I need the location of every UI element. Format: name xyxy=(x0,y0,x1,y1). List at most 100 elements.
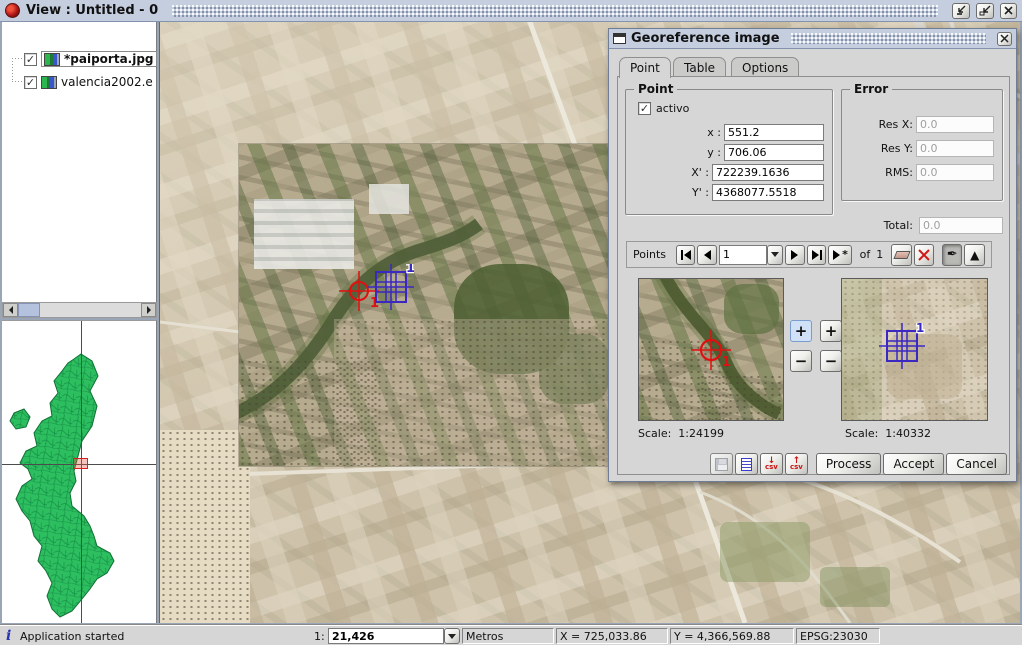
dialog-close-button[interactable] xyxy=(997,31,1012,46)
toc-horizontal-scrollbar[interactable] xyxy=(2,302,157,318)
window-close-button[interactable] xyxy=(1000,2,1017,19)
zoom-out-left-button[interactable]: − xyxy=(790,350,812,372)
close-icon xyxy=(1004,6,1013,15)
cancel-button[interactable]: Cancel xyxy=(946,453,1007,475)
zoom-to-point-button[interactable]: ▲ xyxy=(964,243,986,266)
tree-stub xyxy=(12,58,24,59)
zoom-in-right-button[interactable]: + xyxy=(820,320,842,342)
layer-item-valencia2002[interactable]: ✓ valencia2002.e xyxy=(24,73,153,91)
delete-x-icon xyxy=(918,248,930,261)
chevron-down-icon xyxy=(448,633,456,639)
point-groupbox: Point ✓ activo x : y : X' : Y' : xyxy=(625,82,833,215)
projection-cell: EPSG:23030 xyxy=(796,628,880,644)
tab-label: Options xyxy=(742,60,789,75)
preview-urban xyxy=(699,374,783,420)
delete-point-button[interactable] xyxy=(913,243,935,266)
map-y-field[interactable] xyxy=(712,184,824,201)
point-group-title: Point xyxy=(634,82,678,96)
urban-area xyxy=(334,319,645,466)
raster-preview[interactable]: 1 xyxy=(638,278,784,421)
maximize-icon xyxy=(979,5,991,16)
tree-stub xyxy=(12,81,24,82)
zoom-in-left-button[interactable]: + xyxy=(790,320,812,342)
accept-button[interactable]: Accept xyxy=(883,453,945,475)
eraser-icon xyxy=(892,250,911,259)
raster-layer-icon xyxy=(44,52,60,66)
first-point-button[interactable] xyxy=(675,244,696,265)
new-point-button[interactable]: * xyxy=(828,244,852,265)
dialog-titlebar[interactable]: Georeference image xyxy=(609,29,1016,49)
points-total: 1 xyxy=(876,248,884,261)
restore-button[interactable] xyxy=(952,2,970,19)
point-number-field[interactable] xyxy=(719,244,768,265)
status-message: Application started xyxy=(20,630,125,643)
tab-table[interactable]: Table xyxy=(673,57,727,77)
last-point-button[interactable] xyxy=(806,244,827,265)
left-scale-label: Scale: 1:24199 xyxy=(638,427,724,440)
green-field xyxy=(820,567,890,607)
x-coordinate-cell: X = 725,033.86 xyxy=(556,628,668,644)
error-groupbox: Error Res X: Res Y: RMS: xyxy=(841,82,1003,201)
urban-area xyxy=(239,359,379,466)
map-x-field[interactable] xyxy=(712,164,824,181)
next-icon xyxy=(790,249,798,260)
gvsig-view-window: { "window": { "title": "View : Untitled … xyxy=(0,0,1022,645)
preview-blue-marker: 1 1 xyxy=(879,323,925,369)
maximize-button[interactable] xyxy=(976,2,994,19)
green-field xyxy=(720,522,810,582)
edit-point-tool-button[interactable]: ✒ xyxy=(941,243,963,266)
georeference-dialog: Georeference image Point Table Options P… xyxy=(608,28,1017,482)
map-x-label: X' : xyxy=(691,166,709,179)
tree-guide-line xyxy=(12,58,13,82)
right-arrow-icon xyxy=(146,306,151,314)
scroll-left-button[interactable] xyxy=(3,303,18,317)
layer-checkbox[interactable]: ✓ xyxy=(24,75,37,89)
floppy-disk-icon xyxy=(714,457,728,471)
blue-marker-label: 1 xyxy=(406,264,414,276)
report-button[interactable] xyxy=(734,453,758,475)
activo-checkbox[interactable]: ✓ xyxy=(638,102,651,115)
scale-dropdown-button[interactable] xyxy=(444,628,460,644)
zoom-out-right-button[interactable]: − xyxy=(820,350,842,372)
titlebar-texture xyxy=(172,4,938,17)
tab-point[interactable]: Point xyxy=(619,57,671,78)
x-field[interactable] xyxy=(724,124,824,141)
point-selector-combo[interactable] xyxy=(719,244,784,265)
y-field[interactable] xyxy=(724,144,824,161)
rms-label: RMS: xyxy=(885,166,913,179)
tab-options[interactable]: Options xyxy=(731,57,800,77)
layer-checkbox[interactable]: ✓ xyxy=(24,52,37,66)
export-csv-button[interactable]: ↓ csv xyxy=(759,453,783,475)
previous-point-button[interactable] xyxy=(697,244,718,265)
of-label: of xyxy=(859,248,871,261)
import-csv-button[interactable]: ↑ csv xyxy=(784,453,808,475)
scale-value-field[interactable] xyxy=(328,628,444,644)
status-bar: i Application started 1: Metros X = 725,… xyxy=(0,625,1022,645)
next-point-button[interactable] xyxy=(785,244,805,265)
points-label: Points xyxy=(633,248,667,261)
process-button[interactable]: Process xyxy=(815,453,882,475)
scrollbar-thumb[interactable] xyxy=(18,303,40,317)
blue-control-point-marker: 1 1 xyxy=(368,264,414,310)
layer-item-paiporta[interactable]: ✓ *paiporta.jpg xyxy=(24,50,157,68)
scroll-right-button[interactable] xyxy=(141,303,156,317)
points-navigator: Points * of 1 ✒ ▲ xyxy=(626,241,992,268)
overview-map[interactable] xyxy=(2,320,157,623)
y-coordinate-cell: Y = 4,366,569.88 xyxy=(670,628,794,644)
combo-dropdown-button[interactable] xyxy=(767,244,784,265)
document-icon xyxy=(740,457,752,471)
activo-checkbox-row[interactable]: ✓ activo xyxy=(638,102,689,115)
close-icon xyxy=(1000,34,1009,43)
restore-down-icon xyxy=(957,5,966,15)
tab-label: Point xyxy=(630,61,660,75)
save-button[interactable] xyxy=(709,453,733,475)
window-title: View : Untitled - 0 xyxy=(26,3,159,18)
res-x-label: Res X: xyxy=(878,118,913,131)
map-preview[interactable]: 1 1 xyxy=(841,278,988,421)
dialog-title: Georeference image xyxy=(631,31,780,46)
layer-tree-panel[interactable]: ✓ *paiporta.jpg ✓ valencia2002.e xyxy=(2,22,157,302)
left-arrow-icon xyxy=(8,306,13,314)
erase-point-button[interactable] xyxy=(891,243,912,266)
res-x-field xyxy=(916,116,994,133)
window-titlebar[interactable]: View : Untitled - 0 xyxy=(0,0,1022,22)
